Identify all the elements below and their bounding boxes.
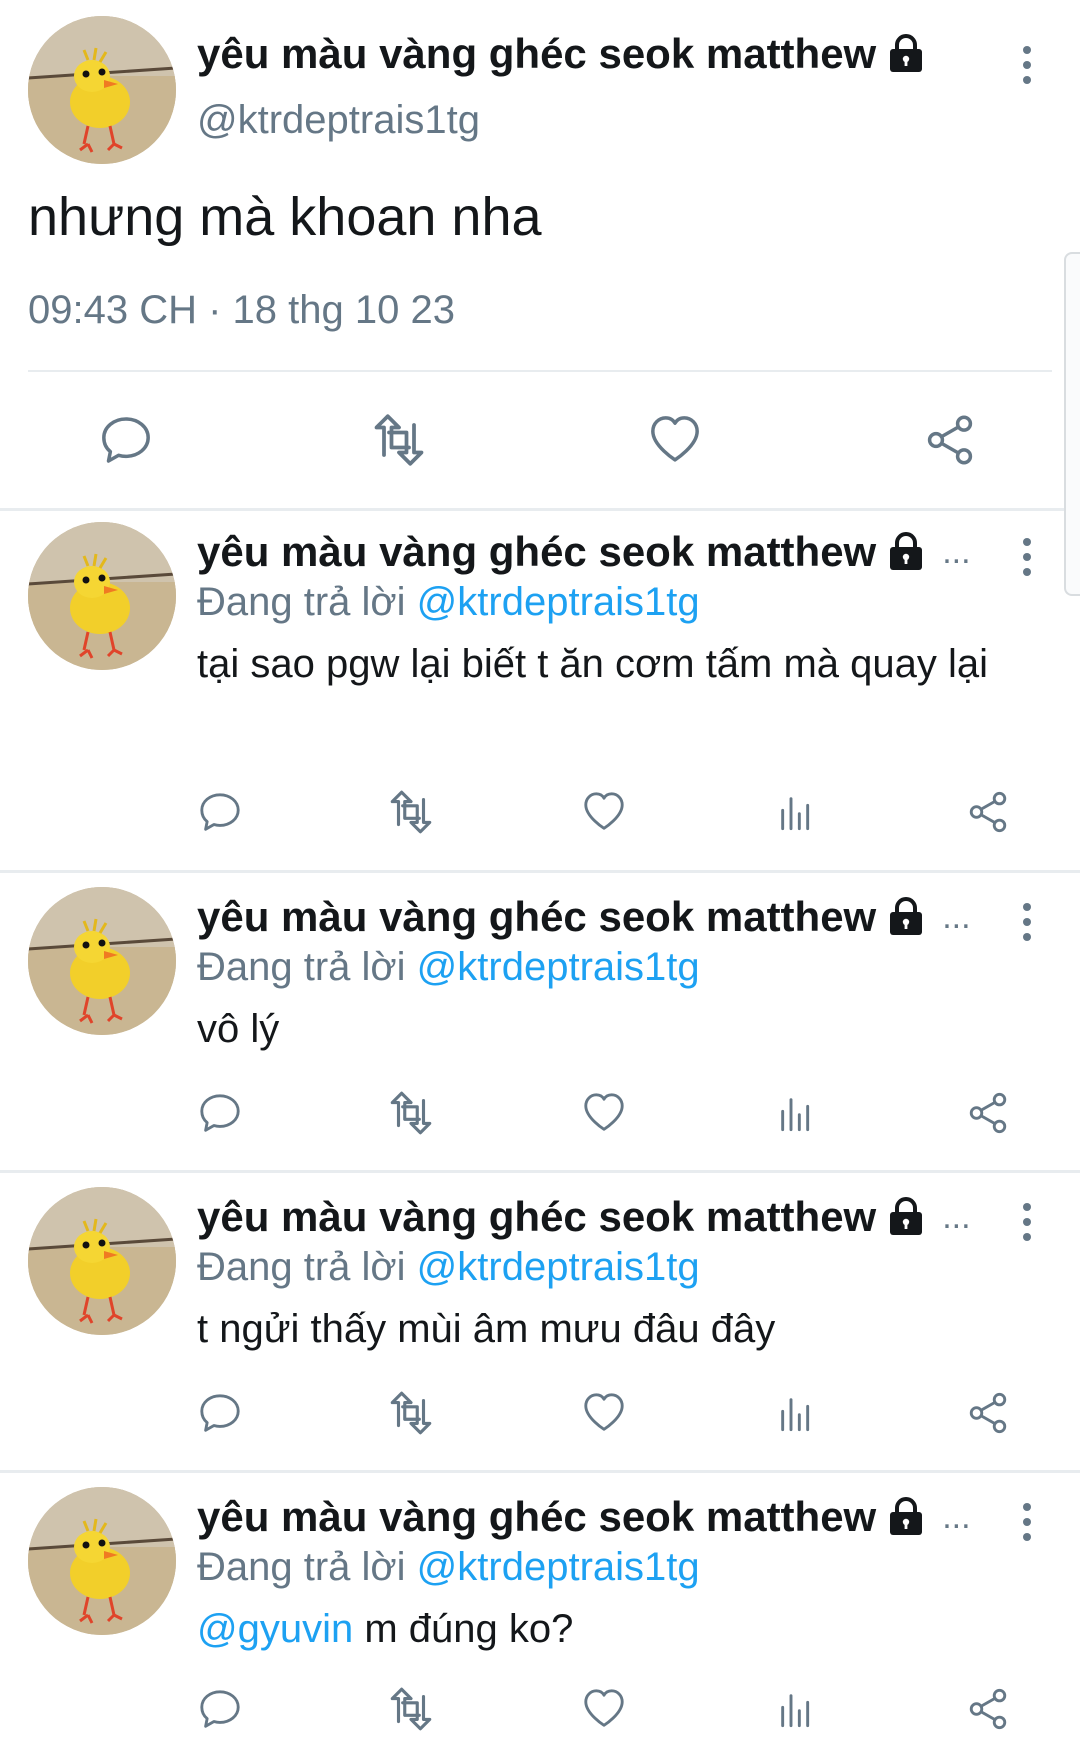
replying-label: Đang trả lời	[197, 945, 406, 989]
replying-mention[interactable]: @ktrdeptrais1tg	[417, 1545, 700, 1589]
divider	[28, 370, 1052, 372]
name-overflow: ...	[942, 897, 971, 936]
stats-icon[interactable]	[766, 1083, 826, 1143]
more-options-icon[interactable]	[1022, 903, 1032, 941]
reply-tweet[interactable]: yêu màu vàng ghéc seok matthew ... Đang …	[0, 508, 1080, 873]
share-icon[interactable]	[958, 1679, 1018, 1739]
reply-tweet[interactable]: yêu màu vàng ghéc seok matthew ... Đang …	[0, 1473, 1080, 1763]
replying-label: Đang trả lời	[197, 1545, 406, 1589]
replying-to: Đang trả lời @ktrdeptrais1tg	[197, 1545, 700, 1590]
reply-text: vô lý	[197, 1007, 280, 1051]
reply-icon[interactable]	[190, 1383, 250, 1443]
tweet-actions	[0, 400, 1080, 480]
reply-actions	[0, 1679, 1080, 1739]
avatar[interactable]	[28, 522, 176, 670]
replying-to: Đang trả lời @ktrdeptrais1tg	[197, 1245, 700, 1290]
reply-icon[interactable]	[190, 1083, 250, 1143]
reply-text-body: m đúng ko?	[353, 1607, 574, 1651]
reply-actions	[0, 1383, 1080, 1443]
author-name-text[interactable]: yêu màu vàng ghéc seok matthew	[197, 1493, 876, 1541]
replying-mention[interactable]: @ktrdeptrais1tg	[417, 580, 700, 624]
text-mention[interactable]: @gyuvin	[197, 1607, 353, 1651]
more-options-icon[interactable]	[1022, 1503, 1032, 1541]
author-name-text[interactable]: yêu màu vàng ghéc seok matthew	[197, 1193, 876, 1241]
name-overflow: ...	[942, 532, 971, 571]
lock-icon	[886, 1197, 926, 1237]
author-name[interactable]: yêu màu vàng ghéc seok matthew ...	[197, 893, 971, 941]
reply-icon[interactable]	[190, 782, 250, 842]
like-icon[interactable]	[574, 1083, 634, 1143]
lock-icon	[886, 532, 926, 572]
avatar[interactable]	[28, 1187, 176, 1335]
author-name[interactable]: yêu màu vàng ghéc seok matthew	[197, 30, 926, 78]
tweet-timestamp[interactable]: 09:43 CH · 18 thg 10 23	[28, 288, 455, 333]
name-overflow: ...	[942, 1197, 971, 1236]
reply-text: t ngửi thấy mùi âm mưu đâu đây	[197, 1307, 776, 1351]
more-options-icon[interactable]	[1022, 538, 1032, 576]
reply-tweet[interactable]: yêu màu vàng ghéc seok matthew ... Đang …	[0, 873, 1080, 1173]
reply-actions	[0, 1083, 1080, 1143]
more-options-icon[interactable]	[1022, 46, 1032, 84]
share-icon[interactable]	[958, 782, 1018, 842]
tweet-text: nhưng mà khoan nha	[28, 187, 542, 247]
replying-to: Đang trả lời @ktrdeptrais1tg	[197, 580, 700, 625]
retweet-icon[interactable]	[381, 1383, 441, 1443]
like-icon[interactable]	[574, 1383, 634, 1443]
stats-icon[interactable]	[766, 1679, 826, 1739]
lock-icon	[886, 34, 926, 74]
like-icon[interactable]	[574, 1679, 634, 1739]
reply-text: @gyuvin m đúng ko?	[197, 1603, 1020, 1655]
reply-icon[interactable]	[86, 400, 166, 480]
avatar[interactable]	[28, 1487, 176, 1635]
author-name-text[interactable]: yêu màu vàng ghéc seok matthew	[197, 528, 876, 576]
author-name-text[interactable]: yêu màu vàng ghéc seok matthew	[197, 30, 876, 78]
retweet-icon[interactable]	[381, 782, 441, 842]
name-overflow: ...	[942, 1497, 971, 1536]
retweet-icon[interactable]	[381, 1083, 441, 1143]
like-icon[interactable]	[574, 782, 634, 842]
stats-icon[interactable]	[766, 782, 826, 842]
lock-icon	[886, 1497, 926, 1537]
reply-icon[interactable]	[190, 1679, 250, 1739]
replying-to: Đang trả lời @ktrdeptrais1tg	[197, 945, 700, 990]
author-name[interactable]: yêu màu vàng ghéc seok matthew ...	[197, 528, 971, 576]
share-icon[interactable]	[910, 400, 990, 480]
reply-tweet[interactable]: yêu màu vàng ghéc seok matthew ... Đang …	[0, 1173, 1080, 1473]
share-icon[interactable]	[958, 1383, 1018, 1443]
author-name-text[interactable]: yêu màu vàng ghéc seok matthew	[197, 893, 876, 941]
more-options-icon[interactable]	[1022, 1203, 1032, 1241]
replying-mention[interactable]: @ktrdeptrais1tg	[417, 1245, 700, 1289]
main-tweet: yêu màu vàng ghéc seok matthew @ktrdeptr…	[0, 0, 1080, 511]
author-name[interactable]: yêu màu vàng ghéc seok matthew ...	[197, 1193, 971, 1241]
retweet-icon[interactable]	[381, 1679, 441, 1739]
avatar[interactable]	[28, 16, 176, 164]
author-handle[interactable]: @ktrdeptrais1tg	[197, 98, 480, 143]
reply-actions	[0, 782, 1080, 842]
author-name[interactable]: yêu màu vàng ghéc seok matthew ...	[197, 1493, 971, 1541]
avatar[interactable]	[28, 887, 176, 1035]
share-icon[interactable]	[958, 1083, 1018, 1143]
replying-label: Đang trả lời	[197, 580, 406, 624]
stats-icon[interactable]	[766, 1383, 826, 1443]
reply-text: tại sao pgw lại biết t ăn cơm tấm mà qua…	[197, 642, 989, 686]
retweet-icon[interactable]	[359, 400, 439, 480]
like-icon[interactable]	[635, 400, 715, 480]
lock-icon	[886, 897, 926, 937]
replying-mention[interactable]: @ktrdeptrais1tg	[417, 945, 700, 989]
replying-label: Đang trả lời	[197, 1245, 406, 1289]
